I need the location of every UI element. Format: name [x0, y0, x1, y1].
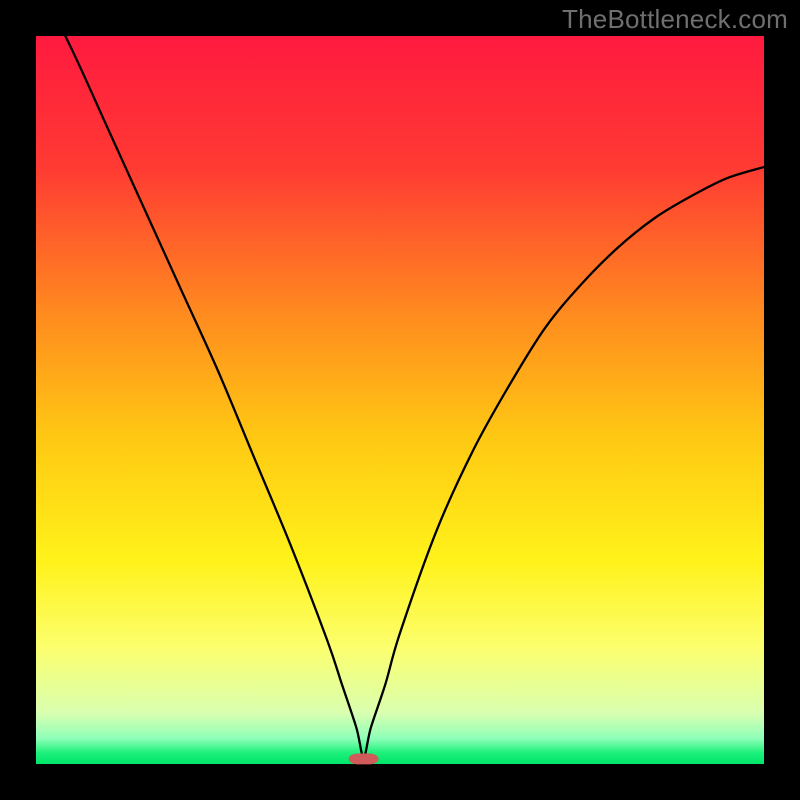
chart-stage: TheBottleneck.com	[0, 0, 800, 800]
plot-background	[36, 36, 764, 764]
bottleneck-chart	[0, 0, 800, 800]
optimal-marker	[349, 753, 379, 764]
watermark-label: TheBottleneck.com	[562, 4, 788, 35]
